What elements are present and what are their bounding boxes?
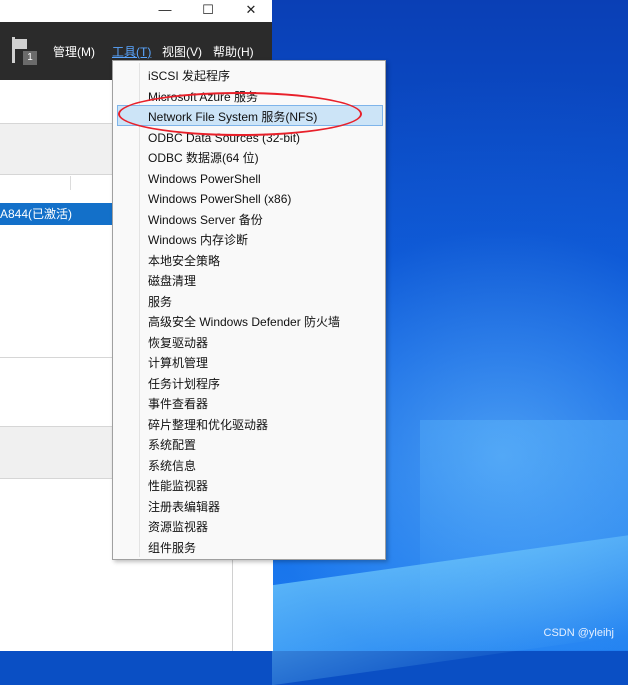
tools-menu-item[interactable]: 系统信息 xyxy=(148,456,196,476)
tools-menu-item[interactable]: 碎片整理和优化驱动器 xyxy=(148,415,268,435)
notifications-flag-icon[interactable]: 1 xyxy=(12,37,37,67)
tools-menu-item[interactable]: 计算机管理 xyxy=(148,353,208,373)
menu-manage[interactable]: 管理(M) xyxy=(53,43,95,60)
tools-menu-item[interactable]: 高级安全 Windows Defender 防火墙 xyxy=(148,312,340,332)
tools-menu-item[interactable]: Windows Server 备份 xyxy=(148,210,263,230)
tools-menu-item[interactable]: 事件查看器 xyxy=(148,394,208,414)
watermark: CSDN @yleihj xyxy=(543,627,614,639)
minimize-button[interactable]: — xyxy=(148,0,182,22)
tools-menu-item[interactable]: 系统配置 xyxy=(148,435,196,455)
column-divider xyxy=(70,176,71,190)
tools-menu-item[interactable]: 任务计划程序 xyxy=(148,374,220,394)
tools-menu-item[interactable]: 组件服务 xyxy=(148,538,196,558)
tools-menu-item[interactable]: ODBC 数据源(64 位) xyxy=(148,148,259,168)
tools-menu-item[interactable]: Windows PowerShell (x86) xyxy=(148,189,291,209)
title-bar: — ☐ ✕ xyxy=(0,0,272,22)
tools-menu-item[interactable]: 资源监视器 xyxy=(148,517,208,537)
annotation-ellipse xyxy=(118,92,362,136)
tools-menu-item[interactable]: 服务 xyxy=(148,292,172,312)
tools-menu-item[interactable]: 本地安全策略 xyxy=(148,251,220,271)
menu-tools[interactable]: 工具(T) xyxy=(112,43,151,60)
menu-icon-gutter xyxy=(139,63,140,557)
tools-menu-item[interactable]: Windows 内存诊断 xyxy=(148,230,248,250)
menu-help[interactable]: 帮助(H) xyxy=(213,43,254,60)
tools-menu-item[interactable]: Windows PowerShell xyxy=(148,169,261,189)
close-button[interactable]: ✕ xyxy=(234,0,268,22)
tools-menu-item[interactable]: 磁盘清理 xyxy=(148,271,196,291)
menu-view[interactable]: 视图(V) xyxy=(162,43,202,60)
tools-menu-item[interactable]: 性能监视器 xyxy=(148,476,208,496)
tools-menu-item[interactable]: iSCSI 发起程序 xyxy=(148,66,230,86)
tools-menu-item[interactable]: 注册表编辑器 xyxy=(148,497,220,517)
notification-count-badge: 1 xyxy=(23,51,37,65)
tools-menu-item[interactable]: 恢复驱动器 xyxy=(148,333,208,353)
server-row-selected[interactable]: A844(已激活) xyxy=(0,203,115,225)
maximize-button[interactable]: ☐ xyxy=(191,0,225,22)
